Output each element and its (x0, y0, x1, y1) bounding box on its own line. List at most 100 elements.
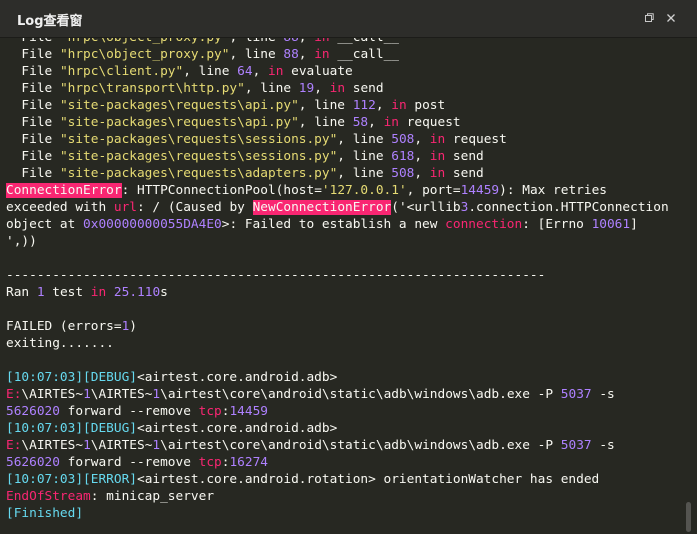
log-segment: s (160, 285, 168, 300)
log-segment: "site-packages\requests\sessions.py" (59, 132, 338, 147)
log-line: [10:07:03][DEBUG]<airtest.core.android.a… (6, 420, 669, 437)
log-segment: in (314, 47, 330, 62)
log-segment: __call__ (329, 47, 399, 62)
log-segment: File (6, 81, 60, 96)
log-segment: -s (591, 387, 615, 402)
log-segment: -s (591, 438, 615, 453)
log-segment: evaluate (283, 64, 353, 79)
log-segment: 19 (298, 81, 315, 96)
log-segment: 618 (391, 149, 415, 164)
log-segment: File (6, 64, 60, 79)
log-segment: forward --remove (59, 404, 199, 419)
log-segment: forward --remove (59, 455, 199, 470)
log-segment: request (445, 132, 507, 147)
log-output[interactable]: File "hrpc\object_proxy.py", line 88, in… (0, 38, 680, 534)
restore-icon (645, 13, 654, 22)
log-line: EndOfStream: minicap_server (6, 488, 669, 505)
log-segment: in (429, 166, 446, 181)
log-segment: in (329, 81, 346, 96)
log-line: File "hrpc\object_proxy.py", line 88, in… (6, 38, 669, 46)
log-segment: 1 (36, 285, 45, 300)
close-icon (667, 14, 675, 22)
log-segment: "site-packages\requests\api.py" (59, 98, 299, 113)
log-line: File "site-packages\requests\sessions.py… (6, 131, 669, 148)
log-segment: exceeded with (6, 200, 114, 215)
log-segment: , port= (406, 183, 461, 198)
log-segment: , (252, 64, 268, 79)
log-segment: \airtest\core\android\static\adb\windows… (160, 438, 561, 453)
log-segment: in (90, 285, 107, 300)
log-segment: [10:07:03] (6, 472, 84, 487)
log-segment: post (406, 98, 446, 113)
log-segment: 1 (83, 438, 91, 453)
log-line: File "hrpc\object_proxy.py", line 88, in… (6, 46, 669, 63)
log-segment: in (268, 64, 284, 79)
log-segment: 88 (283, 47, 299, 62)
log-segment: , (375, 98, 392, 113)
log-segment: send (445, 166, 484, 181)
log-segment: 5626020 (6, 455, 60, 470)
log-segment: 1 (152, 438, 161, 453)
vertical-scrollbar[interactable] (680, 38, 697, 534)
log-segment: , line (298, 115, 353, 130)
log-segment: , line (183, 64, 238, 79)
log-line: File "site-packages\requests\sessions.py… (6, 148, 669, 165)
log-segment: 5626020 (6, 404, 60, 419)
log-segment: , (414, 166, 430, 181)
log-segment: "hrpc\transport\http.py" (59, 81, 245, 96)
log-segment: [DEBUG] (83, 370, 137, 385)
log-line: File "hrpc\transport\http.py", line 19, … (6, 80, 669, 97)
log-segment: ----------------------------------------… (6, 268, 546, 283)
log-segment: ): Max retries (499, 183, 607, 198)
log-segment: connection (445, 217, 523, 232)
log-segment: 0x00000000055DA4E0 (83, 217, 222, 232)
log-segment: , line (229, 38, 283, 45)
log-segment: E: (6, 438, 22, 453)
log-segment: __call__ (330, 38, 399, 45)
log-line: [Finished] (6, 505, 669, 522)
log-segment: 1 (152, 387, 161, 402)
log-segment: send (445, 149, 484, 164)
title-bar[interactable]: Log查看窗 (0, 0, 697, 38)
log-segment: : / (Caused by (137, 200, 253, 215)
log-segment: : HTTPConnectionPool(host= (121, 183, 322, 198)
log-segment: exiting....... (6, 336, 114, 351)
log-segment: File (6, 115, 60, 130)
scrollbar-thumb[interactable] (686, 502, 691, 532)
log-segment: NewConnectionError (252, 200, 392, 215)
log-segment: "hrpc\client.py" (59, 64, 184, 79)
log-segment: FAILED (errors= (6, 319, 122, 334)
log-segment: , line (244, 81, 299, 96)
log-segment: File (6, 98, 60, 113)
restore-button[interactable] (640, 9, 658, 27)
log-segment: EndOfStream (6, 489, 91, 504)
log-segment: <airtest.core.android.adb> (136, 370, 338, 385)
log-segment: >: Failed to establish a new (221, 217, 446, 232)
log-segment: [Finished] (6, 506, 84, 521)
log-segment: , line (229, 47, 284, 62)
log-segment: File (6, 47, 60, 62)
log-segment: ',)) (6, 234, 37, 249)
log-segment: , (368, 115, 384, 130)
log-segment: in (314, 38, 329, 45)
log-segment: "hrpc\object_proxy.py" (59, 47, 230, 62)
log-segment: ('<urllib (391, 200, 461, 215)
log-line: File "site-packages\requests\api.py", li… (6, 114, 669, 131)
log-segment: 25.110 (113, 285, 161, 300)
log-segment: \airtest\core\android\static\adb\windows… (160, 387, 561, 402)
log-line: exiting....... (6, 335, 669, 352)
log-segment: 5037 (560, 438, 592, 453)
log-segment (106, 285, 114, 300)
close-button[interactable] (662, 9, 680, 27)
log-segment: .connection.HTTPConnection (468, 200, 669, 215)
log-segment: 112 (352, 98, 376, 113)
log-line: File "site-packages\requests\adapters.py… (6, 165, 669, 182)
log-segment: 64 (237, 64, 253, 79)
log-segment: 14459 (229, 404, 268, 419)
log-segment: , (414, 132, 430, 147)
log-line: ',)) (6, 233, 669, 250)
log-segment: request (398, 115, 461, 130)
log-line: File "hrpc\client.py", line 64, in evalu… (6, 63, 669, 80)
log-segment: <airtest.core.android.rotation> orientat… (136, 472, 600, 487)
